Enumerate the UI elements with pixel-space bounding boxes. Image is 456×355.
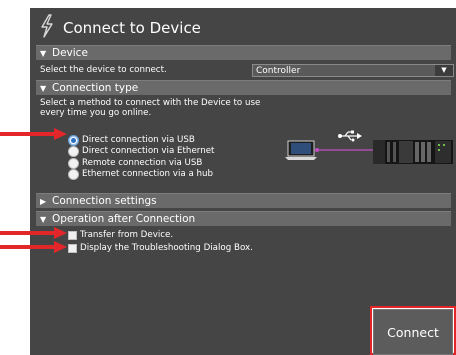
checkbox-display-troubleshooting-label[interactable]: Display the Troubleshooting Dialog Box. (80, 243, 253, 254)
section-device-label: Device (52, 47, 88, 59)
triangle-down-icon: ▼ (40, 215, 47, 224)
red-arrow-icon (0, 241, 67, 253)
radio-ethernet-hub-label[interactable]: Ethernet connection via a hub (82, 169, 213, 180)
lightning-icon (41, 14, 53, 38)
triangle-down-icon: ▼ (40, 84, 47, 93)
plc-controller-icon (373, 140, 453, 164)
laptop-icon (285, 140, 317, 160)
radio-direct-ethernet-label[interactable]: Direct connection via Ethernet (82, 146, 214, 157)
checkbox-transfer-from-device-label[interactable]: Transfer from Device. (80, 230, 173, 241)
section-operation-after-connection-header[interactable]: ▼ Operation after Connection (36, 211, 451, 226)
section-connection-type-header[interactable]: ▼ Connection type (36, 80, 451, 95)
connect-button[interactable]: Connect (373, 309, 453, 355)
device-select[interactable]: Controller ▼ (252, 64, 454, 77)
chevron-down-icon[interactable]: ▼ (435, 65, 453, 76)
triangle-down-icon: ▼ (40, 49, 47, 58)
usb-icon (338, 130, 362, 142)
device-prompt: Select the device to connect. (40, 65, 167, 75)
radio-remote-usb[interactable] (68, 158, 79, 169)
section-connection-settings-label: Connection settings (52, 195, 157, 207)
section-connection-type-label: Connection type (52, 82, 139, 94)
title-bar: Connect to Device (30, 8, 456, 43)
triangle-right-icon: ▶ (40, 197, 47, 206)
section-connection-settings-header[interactable]: ▶ Connection settings (36, 193, 451, 208)
connect-to-device-dialog: Connect to Device ▼ Device Select the dev… (30, 8, 456, 355)
radio-direct-ethernet[interactable] (68, 146, 79, 157)
red-arrow-icon (0, 128, 67, 140)
dialog-title: Connect to Device (63, 19, 201, 37)
section-operation-after-connection-label: Operation after Connection (52, 213, 196, 225)
radio-direct-usb-label[interactable]: Direct connection via USB (82, 135, 195, 146)
section-device-header[interactable]: ▼ Device (36, 45, 451, 60)
connection-type-description-2: every time you go online. (40, 108, 152, 118)
radio-ethernet-hub[interactable] (68, 169, 79, 180)
connection-illustration (285, 130, 453, 164)
red-arrow-icon (0, 227, 67, 239)
device-select-value: Controller (256, 66, 301, 76)
radio-remote-usb-label[interactable]: Remote connection via USB (82, 158, 202, 169)
